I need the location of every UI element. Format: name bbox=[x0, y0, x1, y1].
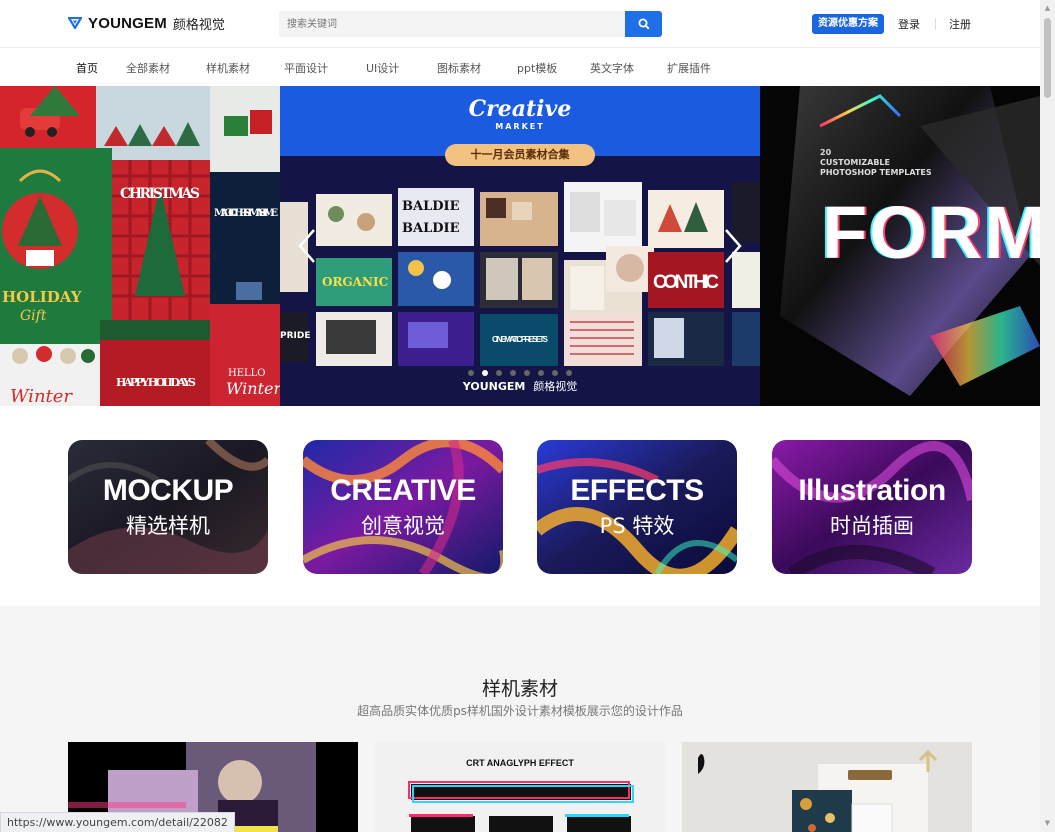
category-card-effects[interactable]: EFFECTS PS 特效 bbox=[537, 440, 737, 574]
tile-cinematic-text: CINEMATIC PRESETS bbox=[492, 335, 549, 344]
banner-left-gift-text: Gift bbox=[20, 308, 47, 324]
carousel-dot[interactable] bbox=[482, 370, 488, 376]
login-link[interactable]: 登录 bbox=[898, 16, 920, 32]
tile-conthic-text: CONTHIC bbox=[653, 272, 719, 293]
nav-item-all[interactable]: 全部素材 bbox=[126, 60, 170, 76]
category-title-en: Illustration bbox=[798, 474, 946, 507]
category-card-mockup[interactable]: MOCKUP 精选样机 bbox=[68, 440, 268, 574]
banner-watermark: YOUNGEM 颜格视觉 bbox=[280, 378, 760, 394]
logo-mark-icon bbox=[68, 17, 82, 29]
banner-left-christmas-text: C H R I S T M A S bbox=[120, 186, 200, 202]
carousel-dot[interactable] bbox=[538, 370, 544, 376]
category-title-cn: 创意视觉 bbox=[361, 514, 445, 538]
divider bbox=[935, 18, 936, 30]
scroll-down-arrow-icon[interactable]: ▼ bbox=[1043, 819, 1052, 828]
banner-right-line2: PHOTOSHOP TEMPLATES bbox=[820, 168, 932, 177]
banner-left-winter2-text: Winter bbox=[226, 379, 280, 398]
page-scrollbar[interactable] bbox=[1040, 0, 1055, 832]
carousel-dot[interactable] bbox=[566, 370, 572, 376]
banner-center-title: Creative bbox=[468, 96, 572, 122]
search-icon bbox=[638, 18, 650, 30]
category-card-illustration[interactable]: Illustration 时尚插画 bbox=[772, 440, 972, 574]
register-link[interactable]: 注册 bbox=[949, 16, 971, 32]
carousel-prev-arrow-icon[interactable] bbox=[294, 228, 320, 264]
section-description: 超高品质实体优质ps样机国外设计素材模板展示您的设计作品 bbox=[357, 704, 683, 718]
carousel-next-arrow-icon[interactable] bbox=[720, 228, 746, 264]
link-preview-status: https://www.youngem.com/detail/22082 bbox=[0, 812, 235, 832]
nav-item-icons[interactable]: 图标素材 bbox=[437, 60, 481, 76]
banner-left-winter-text: Winter bbox=[10, 386, 73, 406]
banner-right-line1: CUSTOMIZABLE bbox=[820, 158, 890, 167]
nav-item-ppt[interactable]: ppt模板 bbox=[517, 60, 557, 76]
banner-left-magic-text: MAGIC CHRISTMAS TIME bbox=[214, 208, 278, 219]
banner-slide-active[interactable]: Creative MARKET 十一月会员素材合集 BALDIE BALDIE … bbox=[280, 86, 760, 406]
mockup-section: 样机素材 超高品质实体优质ps样机国外设计素材模板展示您的设计作品 CRT AN… bbox=[0, 606, 1040, 832]
category-title-en: EFFECTS bbox=[570, 474, 704, 507]
nav-item-plugins[interactable]: 扩展插件 bbox=[667, 60, 711, 76]
category-card-creative[interactable]: CREATIVE 创意视觉 bbox=[303, 440, 503, 574]
category-title-cn: PS 特效 bbox=[599, 514, 675, 538]
item-thumbnail-image: CRT ANAGLYPH EFFECT bbox=[375, 742, 665, 832]
banner-right-caption: 20 CUSTOMIZABLE PHOTOSHOP TEMPLATES bbox=[820, 148, 932, 178]
nav-item-home[interactable]: 首页 bbox=[76, 60, 98, 76]
item-card-3[interactable] bbox=[682, 742, 972, 832]
logo-text-cn: 颜格视觉 bbox=[172, 17, 225, 33]
watermark-text-cn: 颜格视觉 bbox=[533, 380, 578, 393]
carousel-dot[interactable] bbox=[468, 370, 474, 376]
banner-right-headline: FORM bbox=[822, 191, 1040, 274]
site-header: YOUNGEM 颜格视觉 资源优惠方案 登录 注册 bbox=[0, 0, 1040, 48]
banner-left-hello-text: HELLO bbox=[228, 368, 266, 379]
carousel-dot[interactable] bbox=[510, 370, 516, 376]
item-thumbnail-image bbox=[682, 742, 972, 832]
category-title-en: MOCKUP bbox=[102, 474, 234, 507]
search-button[interactable] bbox=[625, 11, 662, 37]
product-thumbnails-grid: BALDIE BALDIE ORGANIC CONTHIC CINEMATIC … bbox=[280, 182, 760, 366]
carousel-dot[interactable] bbox=[496, 370, 502, 376]
hero-carousel[interactable]: HOLIDAY Gift C H R I S T M A S MAGIC CHR… bbox=[0, 86, 1040, 406]
carousel-dot[interactable] bbox=[524, 370, 530, 376]
main-nav: 首页 全部素材 样机素材 平面设计 UI设计 图标素材 ppt模板 英文字体 扩… bbox=[0, 48, 1040, 86]
tile-pride-text: PRIDE bbox=[280, 331, 311, 341]
tile-organic-text: ORGANIC bbox=[322, 275, 388, 289]
banner-center-pill: 十一月会员素材合集 bbox=[445, 144, 595, 166]
banner-left-happy-text: HAPPY HOLIDAYS bbox=[116, 376, 196, 389]
item-card-2[interactable]: CRT ANAGLYPH EFFECT bbox=[375, 742, 665, 832]
banner-left-holiday-text: HOLIDAY bbox=[2, 288, 82, 306]
scrollbar-thumb[interactable] bbox=[1044, 18, 1051, 98]
nav-item-fonts[interactable]: 英文字体 bbox=[590, 60, 634, 76]
category-title-cn: 精选样机 bbox=[126, 514, 210, 538]
search-input[interactable] bbox=[279, 11, 625, 37]
banner-right-number: 20 bbox=[820, 148, 832, 157]
category-title-en: CREATIVE bbox=[330, 474, 476, 507]
section-title: 样机素材 bbox=[481, 678, 558, 700]
carousel-dots bbox=[280, 370, 760, 376]
tile-baldie-text: BALDIE bbox=[402, 199, 460, 214]
nav-item-ui[interactable]: UI设计 bbox=[366, 60, 399, 76]
pricing-plan-button[interactable]: 资源优惠方案 bbox=[812, 14, 884, 34]
site-logo[interactable]: YOUNGEM 颜格视觉 bbox=[68, 12, 225, 34]
tile-baldie-text-2: BALDIE bbox=[402, 221, 460, 236]
scroll-up-arrow-icon[interactable]: ▲ bbox=[1043, 4, 1052, 13]
christmas-collage-image: HOLIDAY Gift C H R I S T M A S MAGIC CHR… bbox=[0, 86, 282, 406]
nav-item-mockups[interactable]: 样机素材 bbox=[206, 60, 250, 76]
banner-slide-next[interactable]: 20 CUSTOMIZABLE PHOTOSHOP TEMPLATES FORM bbox=[760, 86, 1040, 406]
watermark-text-en: YOUNGEM bbox=[462, 380, 526, 393]
logo-text-en: YOUNGEM bbox=[88, 14, 167, 32]
nav-item-graphic[interactable]: 平面设计 bbox=[284, 60, 328, 76]
carousel-dot[interactable] bbox=[552, 370, 558, 376]
category-title-cn: 时尚插画 bbox=[830, 514, 914, 538]
banner-slide-prev[interactable]: HOLIDAY Gift C H R I S T M A S MAGIC CHR… bbox=[0, 86, 282, 406]
item-card-label: CRT ANAGLYPH EFFECT bbox=[466, 758, 574, 768]
banner-center-subtitle: MARKET bbox=[495, 122, 545, 131]
